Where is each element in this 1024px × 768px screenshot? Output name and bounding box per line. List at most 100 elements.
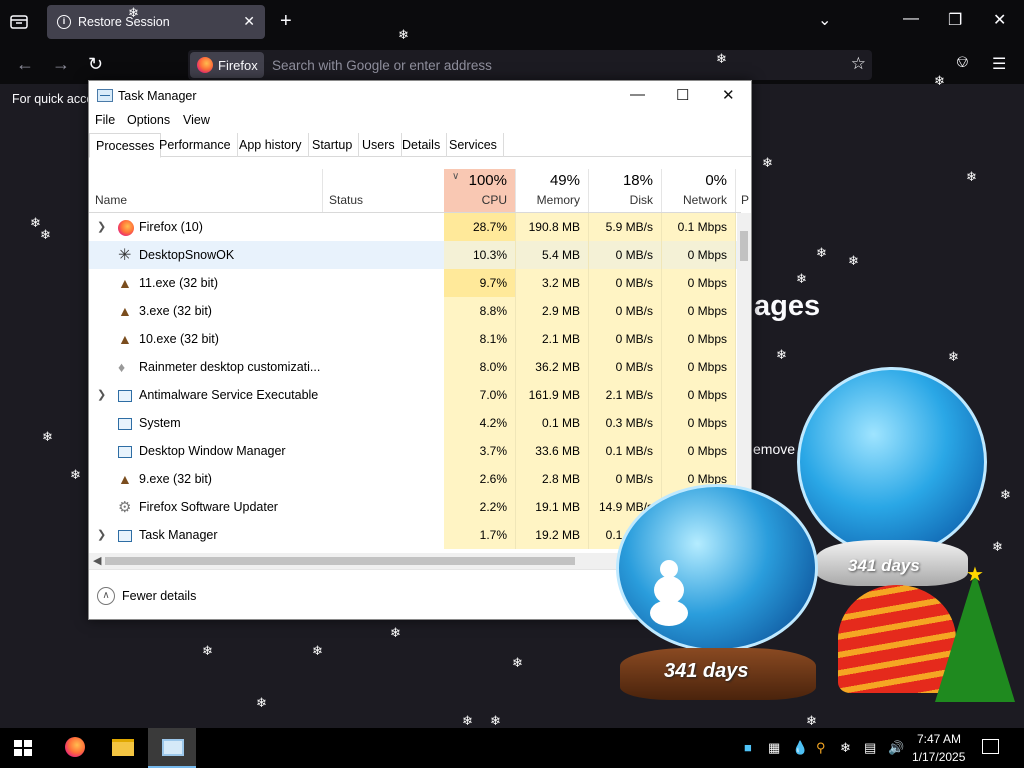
tm-minimize-button[interactable]: — <box>630 86 645 103</box>
search-tray-icon[interactable]: ⚲ <box>816 741 826 755</box>
column-name[interactable]: Name <box>95 193 127 207</box>
close-window-button[interactable]: ✕ <box>993 10 1006 30</box>
network-cell: 0 Mbps <box>662 297 736 325</box>
bookmark-star-icon[interactable]: ☆ <box>851 54 866 74</box>
tray-app-icon[interactable]: ▦ <box>768 741 780 755</box>
tab-services[interactable]: Services <box>443 133 504 157</box>
network-cell: 0 Mbps <box>662 381 736 409</box>
column-status[interactable]: Status <box>329 193 363 207</box>
column-cpu[interactable]: ∨ 100% CPU <box>444 169 516 213</box>
firefox-tabbar: i Restore Session ✕ + ⌄ — ❐ ✕ <box>0 0 1024 44</box>
process-row[interactable]: System 4.2% 0.1 MB 0.3 MB/s 0 Mbps <box>89 409 739 437</box>
column-power-truncated[interactable]: P <box>741 193 749 207</box>
taskbar-file-explorer[interactable] <box>98 728 146 768</box>
column-memory[interactable]: 49% Memory <box>516 169 589 213</box>
disk-cell: 2.1 MB/s <box>589 381 662 409</box>
star-icon: ★ <box>966 564 984 586</box>
forward-button[interactable]: → <box>52 54 70 75</box>
reload-button[interactable]: ↻ <box>88 54 103 75</box>
process-row[interactable]: ❯ Firefox (10) 28.7% 190.8 MB 5.9 MB/s 0.1 Mb… <box>89 213 739 241</box>
chevron-up-icon[interactable]: ∧ <box>97 587 115 605</box>
process-row[interactable]: ▲ 3.exe (32 bit) 8.8% 2.9 MB 0 MB/s 0 Mbps <box>89 297 739 325</box>
menu-icon[interactable]: ☰ <box>992 54 1006 74</box>
tab-performance[interactable]: Performance <box>153 133 238 157</box>
process-name: Task Manager <box>139 528 218 542</box>
cpu-cell: 2.6% <box>444 465 516 493</box>
process-row[interactable]: ✳ DesktopSnowOK 10.3% 5.4 MB 0 MB/s 0 Mbps <box>89 241 739 269</box>
updater-icon: ⚙ <box>118 499 132 516</box>
snowflake-decoration: ❄ <box>202 643 213 658</box>
process-row[interactable]: ▲ 9.exe (32 bit) 2.6% 2.8 MB 0 MB/s 0 Mbps <box>89 465 739 493</box>
memory-label: Memory <box>536 193 580 207</box>
rainmeter-drop-icon[interactable]: 💧 <box>792 741 808 755</box>
cpu-cell: 1.7% <box>444 521 516 549</box>
memory-cell: 19.1 MB <box>516 493 589 521</box>
taskbar-firefox[interactable] <box>50 728 98 768</box>
process-row[interactable]: ♦ Rainmeter desktop customizati... 8.0% 36.… <box>89 353 739 381</box>
horizontal-scroll-thumb[interactable] <box>105 557 575 565</box>
restore-button[interactable]: ❐ <box>948 10 962 30</box>
network-icon[interactable]: ▤ <box>864 741 876 755</box>
menu-file[interactable]: File <box>95 113 115 127</box>
drop-icon: ♦ <box>118 359 126 375</box>
cpu-cell: 8.1% <box>444 325 516 353</box>
back-button[interactable]: ← <box>16 54 34 75</box>
scroll-left-icon[interactable]: ◀ <box>93 554 101 567</box>
system-icon <box>118 418 132 430</box>
memory-cell: 190.8 MB <box>516 213 589 241</box>
tab-close-icon[interactable]: ✕ <box>243 13 255 30</box>
tab-users[interactable]: Users <box>356 133 402 157</box>
list-all-tabs-icon[interactable] <box>10 13 28 29</box>
notification-icon[interactable] <box>982 739 999 754</box>
expand-chevron-icon[interactable]: ❯ <box>97 220 106 233</box>
volume-icon[interactable]: 🔊 <box>888 741 904 755</box>
memory-cell: 0.1 MB <box>516 409 589 437</box>
tab-restore-session[interactable]: i Restore Session ✕ <box>47 5 265 39</box>
column-network[interactable]: 0% Network <box>662 169 736 213</box>
snowflake-decoration: ❄ <box>490 713 501 728</box>
process-row[interactable]: Desktop Window Manager 3.7% 33.6 MB 0.1 MB/… <box>89 437 739 465</box>
snowflake-decoration: ❄ <box>762 155 773 170</box>
tm-close-button[interactable]: ✕ <box>722 86 735 104</box>
start-button[interactable] <box>14 740 32 756</box>
tab-processes[interactable]: Processes <box>89 133 162 158</box>
disk-cell: 5.9 MB/s <box>589 213 662 241</box>
tab-startup[interactable]: Startup <box>306 133 360 157</box>
tm-maximize-button[interactable]: ☐ <box>676 86 689 104</box>
tab-app-history[interactable]: App history <box>233 133 309 157</box>
process-row[interactable]: ▲ 10.exe (32 bit) 8.1% 2.1 MB 0 MB/s 0 Mbps <box>89 325 739 353</box>
menu-options[interactable]: Options <box>127 113 170 127</box>
tray-square-icon[interactable]: ■ <box>744 741 752 755</box>
tab-title: Restore Session <box>78 15 170 29</box>
process-row[interactable]: ▲ 11.exe (32 bit) 9.7% 3.2 MB 0 MB/s 0 Mbps <box>89 269 739 297</box>
process-list: ❯ Firefox (10) 28.7% 190.8 MB 5.9 MB/s 0.1 Mb… <box>89 213 739 553</box>
new-tab-button[interactable]: + <box>280 10 292 32</box>
menu-view[interactable]: View <box>183 113 210 127</box>
snowflake-icon: ✳ <box>118 247 132 264</box>
url-placeholder: Search with Google or enter address <box>272 58 492 73</box>
column-disk[interactable]: 18% Disk <box>589 169 662 213</box>
tab-details[interactable]: Details <box>396 133 448 157</box>
chevron-down-icon[interactable]: ⌄ <box>818 10 831 30</box>
task-manager-icon <box>97 89 113 102</box>
identity-box[interactable]: Firefox <box>190 52 264 78</box>
cpu-cell: 4.2% <box>444 409 516 437</box>
clock-time[interactable]: 7:47 AM <box>917 732 961 746</box>
expand-chevron-icon[interactable]: ❯ <box>97 388 106 401</box>
process-row[interactable]: ❯ Antimalware Service Executable 7.0% 161.9… <box>89 381 739 409</box>
process-name: Antimalware Service Executable <box>139 388 319 402</box>
network-total: 0% <box>705 172 727 189</box>
network-cell: 0 Mbps <box>662 437 736 465</box>
fewer-details-link[interactable]: Fewer details <box>122 589 196 603</box>
firefox-icon <box>118 220 134 236</box>
url-bar[interactable]: Firefox Search with Google or enter addr… <box>188 50 872 80</box>
taskbar-task-manager[interactable] <box>148 728 196 768</box>
extensions-icon[interactable]: ⎊ <box>956 54 969 72</box>
vertical-scroll-thumb[interactable] <box>740 231 748 261</box>
task-manager-titlebar[interactable]: Task Manager — ☐ ✕ <box>89 81 751 111</box>
process-name: 9.exe (32 bit) <box>139 472 212 486</box>
minimize-button[interactable]: — <box>903 10 919 28</box>
expand-chevron-icon[interactable]: ❯ <box>97 528 106 541</box>
snowflake-tray-icon[interactable]: ❄ <box>840 741 851 755</box>
clock-date[interactable]: 1/17/2025 <box>912 750 965 764</box>
